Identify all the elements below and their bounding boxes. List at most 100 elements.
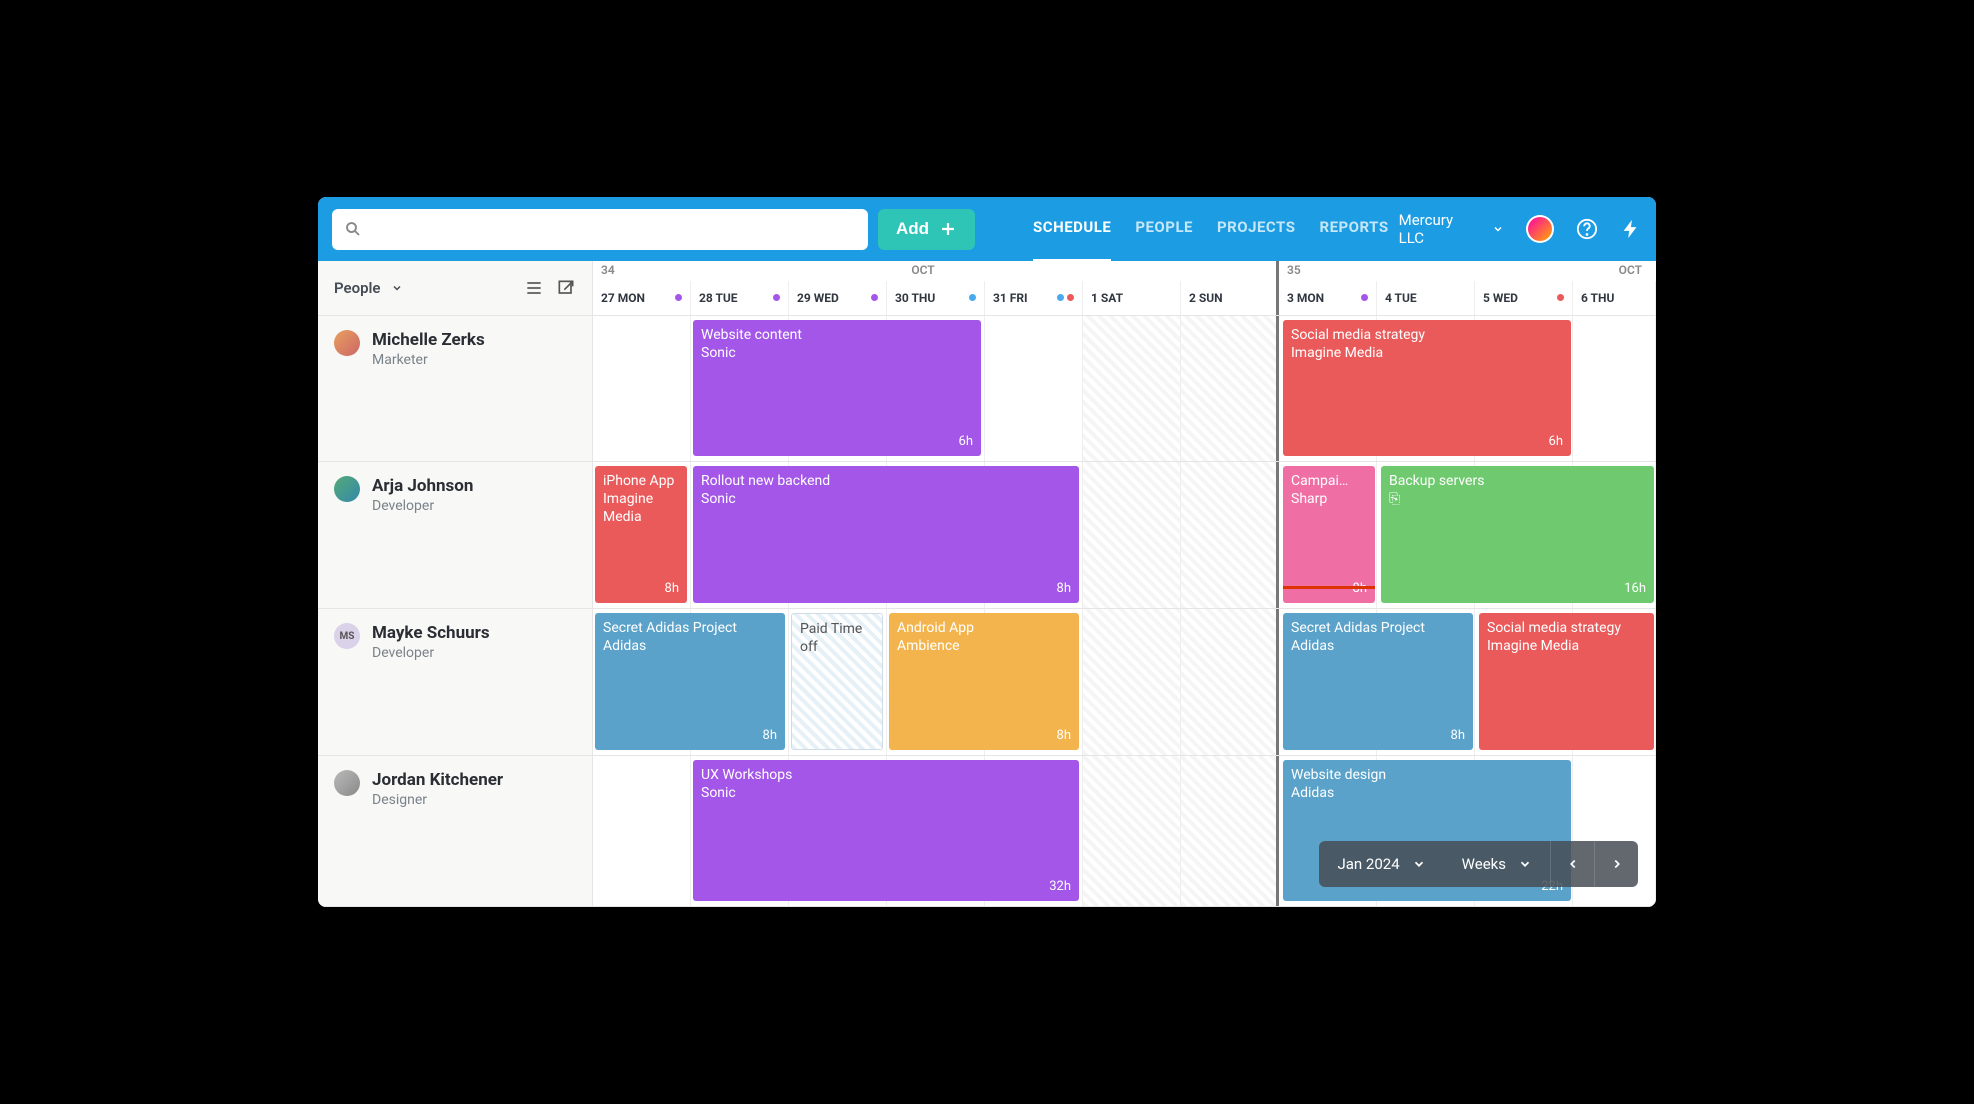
task-hours: 6h	[1549, 434, 1563, 451]
task-title: Campai…	[1291, 472, 1367, 490]
search-box[interactable]	[332, 209, 868, 250]
group-label: People	[334, 279, 381, 297]
nav-schedule[interactable]: SCHEDULE	[1033, 218, 1111, 262]
person-row[interactable]: MS Mayke Schuurs Developer	[318, 609, 592, 756]
task-hours: 8h	[1353, 581, 1367, 598]
add-button[interactable]: Add	[878, 209, 975, 250]
task-title: Social media strategy	[1291, 326, 1563, 344]
add-label: Add	[896, 219, 929, 239]
prev-button[interactable]	[1550, 841, 1594, 887]
task-hours: 8h	[763, 728, 777, 745]
day-header: 5 WED	[1475, 281, 1573, 315]
person-avatar	[334, 330, 360, 356]
task-block[interactable]: Rollout new backendSonic 8h	[693, 466, 1079, 603]
task-title: Website design	[1291, 766, 1563, 784]
task-project: Adidas	[1291, 784, 1563, 802]
task-project: Sonic	[701, 344, 973, 362]
plus-icon	[939, 220, 957, 238]
task-title: Secret Adidas Project	[603, 619, 777, 637]
task-block[interactable]: Backup servers⎘ 16h	[1381, 466, 1654, 603]
nav-reports[interactable]: REPORTS	[1319, 218, 1388, 240]
person-role: Marketer	[372, 352, 485, 368]
task-project: Imagine Media	[1487, 637, 1646, 655]
task-project: Sonic	[701, 490, 1071, 508]
task-block[interactable]: Paid Time off	[791, 613, 883, 750]
task-project: Sharp	[1291, 490, 1367, 508]
task-title: UX Workshops	[701, 766, 1071, 784]
task-project: ⎘	[1389, 490, 1646, 508]
task-title: Paid Time off	[800, 620, 874, 656]
task-hours: 8h	[665, 581, 679, 598]
day-header: 31 FRI	[985, 281, 1083, 315]
user-avatar[interactable]	[1526, 215, 1554, 243]
task-hours: 8h	[1057, 581, 1071, 598]
task-project: Imagine Media	[1291, 344, 1563, 362]
task-hours: 16h	[1624, 581, 1646, 598]
task-block[interactable]: Campai…Sharp 8h	[1283, 466, 1375, 603]
task-block[interactable]: Secret Adidas ProjectAdidas 8h	[1283, 613, 1473, 750]
task-hours: 8h	[1057, 728, 1071, 745]
view-selector[interactable]: Weeks	[1444, 855, 1550, 873]
next-button[interactable]	[1594, 841, 1638, 887]
day-header: 2 SUN	[1181, 281, 1279, 315]
person-row[interactable]: Michelle Zerks Marketer	[318, 316, 592, 462]
task-hours: 32h	[1049, 879, 1071, 896]
person-avatar	[334, 770, 360, 796]
person-avatar: MS	[334, 623, 360, 649]
person-name: Mayke Schuurs	[372, 623, 490, 643]
task-title: Android App	[897, 619, 1071, 637]
person-name: Jordan Kitchener	[372, 770, 503, 790]
task-title: Secret Adidas Project	[1291, 619, 1465, 637]
week-header: 35OCT	[1279, 261, 1656, 281]
task-hours: 8h	[1451, 728, 1465, 745]
task-project: Imagine Media	[603, 490, 679, 526]
day-header: 1 SAT	[1083, 281, 1181, 315]
schedule-row[interactable]: Secret Adidas ProjectAdidas8hPaid Time o…	[593, 609, 1656, 756]
task-title: Social media strategy	[1487, 619, 1646, 637]
org-selector[interactable]: Mercury LLC	[1399, 211, 1504, 247]
task-block[interactable]: Android AppAmbience 8h	[889, 613, 1079, 750]
person-name: Michelle Zerks	[372, 330, 485, 350]
task-block[interactable]: Social media strategyImagine Media	[1479, 613, 1654, 750]
list-view-icon[interactable]	[524, 278, 544, 298]
help-icon[interactable]	[1576, 218, 1598, 240]
task-title: iPhone App	[603, 472, 679, 490]
task-block[interactable]: UX WorkshopsSonic32h	[693, 760, 1079, 901]
chevron-down-icon	[1518, 857, 1532, 871]
date-selector[interactable]: Jan 2024	[1319, 855, 1443, 873]
header: Add SCHEDULE PEOPLE PROJECTS REPORTS Mer…	[318, 197, 1656, 261]
schedule-row[interactable]: Website contentSonic6hSocial media strat…	[593, 316, 1656, 462]
task-block[interactable]: Website contentSonic6h	[693, 320, 981, 456]
person-row[interactable]: Arja Johnson Developer	[318, 462, 592, 609]
task-project: Adidas	[603, 637, 777, 655]
task-title: Rollout new backend	[701, 472, 1071, 490]
person-role: Developer	[372, 498, 473, 514]
nav-people[interactable]: PEOPLE	[1135, 218, 1193, 240]
chevron-down-icon	[1492, 223, 1504, 235]
search-icon	[344, 220, 362, 238]
task-block[interactable]: Social media strategyImagine Media 6h	[1283, 320, 1571, 456]
task-project: Adidas	[1291, 637, 1465, 655]
chevron-down-icon	[1412, 857, 1426, 871]
task-title: Backup servers	[1389, 472, 1646, 490]
person-role: Developer	[372, 645, 490, 661]
day-header: 29 WED	[789, 281, 887, 315]
person-row[interactable]: Jordan KitchenerDesigner	[318, 756, 592, 907]
search-input[interactable]	[370, 221, 856, 238]
task-block[interactable]: Secret Adidas ProjectAdidas 8h	[595, 613, 785, 750]
chevron-down-icon	[391, 282, 403, 294]
day-header: 3 MON	[1279, 281, 1377, 315]
export-icon[interactable]	[556, 278, 576, 298]
schedule-row[interactable]: iPhone AppImagine Media8hRollout new bac…	[593, 462, 1656, 609]
task-block[interactable]: iPhone AppImagine Media 8h	[595, 466, 687, 603]
day-header: 27 MON	[593, 281, 691, 315]
task-title: Website content	[701, 326, 973, 344]
task-project: Ambience	[897, 637, 1071, 655]
chevron-right-icon	[1610, 857, 1624, 871]
subheader: People 34OCT 35OCT 27 MON28 TUE29 WED30 …	[318, 261, 1656, 316]
week-header: 34OCT	[593, 261, 1279, 281]
bolt-icon[interactable]	[1620, 218, 1642, 240]
person-name: Arja Johnson	[372, 476, 473, 496]
nav-projects[interactable]: PROJECTS	[1217, 218, 1295, 240]
group-selector[interactable]: People	[334, 279, 403, 297]
